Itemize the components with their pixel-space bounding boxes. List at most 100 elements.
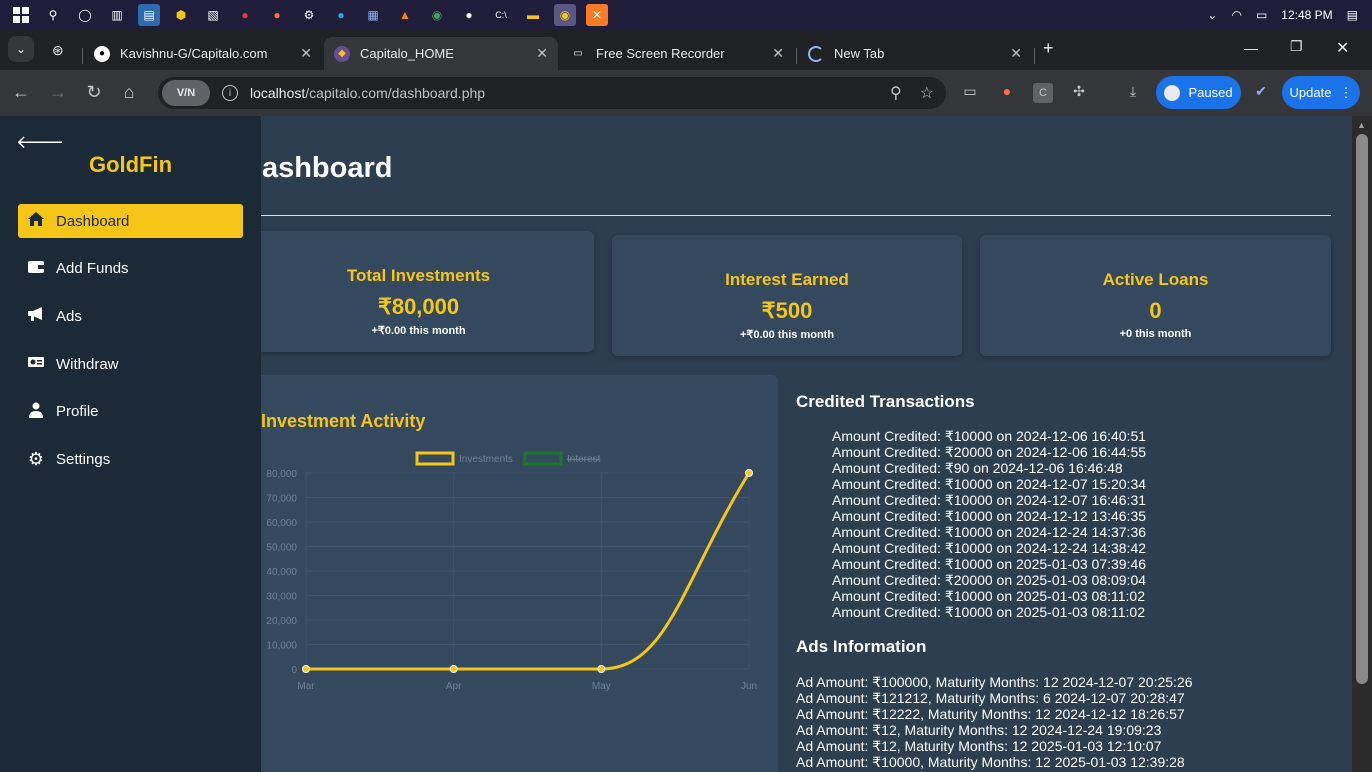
back-arrow-icon[interactable]: 🡐 bbox=[16, 132, 64, 153]
close-window-button[interactable]: ✕ bbox=[1336, 38, 1349, 58]
windows-start-icon[interactable] bbox=[10, 4, 32, 26]
scrollbar-thumb[interactable] bbox=[1356, 134, 1368, 684]
sidebar-item-dashboard[interactable]: Dashboard bbox=[18, 204, 243, 238]
chevron-up-icon[interactable]: ⌄ bbox=[1207, 8, 1217, 22]
tab-screen-recorder[interactable]: ▭ Free Screen Recorder ✕ bbox=[560, 37, 794, 70]
puzzle-icon[interactable]: ✣ bbox=[1069, 83, 1089, 103]
close-icon[interactable]: ✕ bbox=[1010, 45, 1022, 62]
legend-label: Investments bbox=[459, 454, 513, 465]
y-tick-label: 40,000 bbox=[266, 567, 297, 578]
credited-transactions-list: Amount Credited: ₹10000 on 2024-12-06 16… bbox=[832, 428, 1146, 620]
reload-button[interactable]: ↻ bbox=[83, 82, 105, 103]
credited-transactions-heading: Credited Transactions bbox=[796, 392, 975, 411]
firefox-icon[interactable]: ● bbox=[266, 4, 288, 26]
vpn-chip[interactable]: V/N bbox=[162, 80, 210, 106]
tab-title: Capitalo_HOME bbox=[360, 46, 454, 61]
ad-item: Ad Amount: ₹10000, Maturity Months: 12 2… bbox=[796, 754, 1185, 770]
ad-item: Ad Amount: ₹12, Maturity Months: 12 2025… bbox=[796, 738, 1162, 754]
tab-github[interactable]: ● Kavishnu-G/Capitalo.com ✕ bbox=[84, 37, 322, 70]
file-explorer-icon[interactable]: ▬ bbox=[522, 4, 544, 26]
close-icon[interactable]: ✕ bbox=[300, 45, 312, 62]
sidebar-item-ads[interactable]: Ads bbox=[18, 299, 243, 333]
cortana-icon[interactable]: ◯ bbox=[74, 4, 96, 26]
page-viewport: Dashboard Total Investments ₹80,000 +₹0.… bbox=[0, 116, 1352, 772]
sidebar-item-withdraw[interactable]: Withdraw bbox=[18, 347, 243, 381]
brand-logo-text: GoldFin bbox=[88, 152, 173, 177]
close-icon[interactable]: ✕ bbox=[536, 45, 548, 62]
notepad-icon[interactable]: ▦ bbox=[362, 4, 384, 26]
chrome-active-icon[interactable]: ◉ bbox=[554, 4, 576, 26]
zoom-icon[interactable]: ⚲ bbox=[890, 83, 902, 103]
sidebar-item-settings[interactable]: ⚙ Settings bbox=[18, 442, 243, 476]
transaction-item: Amount Credited: ₹10000 on 2024-12-07 15… bbox=[832, 476, 1147, 492]
transaction-item: Amount Credited: ₹10000 on 2025-01-03 07… bbox=[832, 556, 1147, 572]
tab-capitalo-home[interactable]: ◆ Capitalo_HOME ✕ bbox=[324, 37, 558, 70]
sidebar-menu: Dashboard Add Funds Ads Withdraw Profile… bbox=[18, 204, 243, 490]
xampp-icon[interactable]: ✕ bbox=[586, 4, 608, 26]
notification-icon[interactable]: ▤ bbox=[1347, 8, 1358, 22]
task-view-icon[interactable]: ▥ bbox=[106, 4, 128, 26]
download-icon[interactable]: ⤓ bbox=[1123, 83, 1143, 103]
new-tab-button[interactable]: + bbox=[1043, 38, 1054, 59]
url-path: /capitalo.com/dashboard.php bbox=[305, 85, 486, 101]
wifi-icon[interactable]: ◠ bbox=[1231, 8, 1241, 22]
document-icon[interactable]: ▧ bbox=[202, 4, 224, 26]
vlc-icon[interactable]: ▲ bbox=[394, 4, 416, 26]
app-icon[interactable]: ▤ bbox=[138, 4, 160, 26]
y-tick-label: 70,000 bbox=[266, 494, 297, 505]
cast-icon[interactable]: ▭ bbox=[960, 83, 980, 103]
legend-label: Interest bbox=[567, 454, 601, 465]
shield-check-icon[interactable]: ✔ bbox=[1251, 83, 1271, 103]
loading-icon bbox=[808, 45, 824, 62]
battery-icon[interactable]: ▭ bbox=[1256, 8, 1267, 22]
terminal-icon[interactable]: C:\ bbox=[490, 4, 512, 26]
sidebar-item-profile[interactable]: Profile bbox=[18, 395, 243, 429]
extension-c-icon[interactable]: C bbox=[1033, 83, 1053, 103]
profile-paused-button[interactable]: Paused bbox=[1156, 76, 1241, 109]
tab-new-tab[interactable]: New Tab ✕ bbox=[798, 37, 1032, 70]
home-button[interactable]: ⌂ bbox=[118, 82, 140, 103]
data-point bbox=[597, 665, 606, 673]
scroll-up-icon[interactable]: ▲ bbox=[1357, 120, 1366, 130]
user-icon bbox=[1164, 84, 1181, 101]
transaction-item: Amount Credited: ₹10000 on 2025-01-03 08… bbox=[832, 588, 1145, 604]
divider bbox=[243, 215, 1331, 216]
update-button[interactable]: Update ⋮ bbox=[1282, 76, 1360, 109]
y-tick-label: 60,000 bbox=[266, 518, 297, 529]
github-desktop-icon[interactable]: ● bbox=[458, 4, 480, 26]
back-button[interactable]: ← bbox=[10, 82, 32, 103]
x-tick-label: May bbox=[592, 681, 611, 692]
money-icon bbox=[26, 355, 46, 373]
site-info-icon[interactable]: i bbox=[222, 85, 238, 101]
y-tick-label: 20,000 bbox=[266, 616, 297, 627]
search-icon[interactable]: ⚲ bbox=[42, 4, 64, 26]
opera-icon[interactable]: ● bbox=[234, 4, 256, 26]
settings-app-icon[interactable]: ⚙ bbox=[298, 4, 320, 26]
gear-icon: ⚙ bbox=[27, 448, 45, 469]
clock-time[interactable]: 12:48 PM bbox=[1281, 8, 1332, 22]
data-point bbox=[449, 665, 458, 673]
restore-button[interactable]: ❐ bbox=[1290, 38, 1303, 55]
forward-button[interactable]: → bbox=[47, 82, 69, 103]
tab-search-icon[interactable]: ⌄ bbox=[8, 36, 34, 62]
bookmark-star-icon[interactable]: ☆ bbox=[920, 83, 934, 103]
address-bar[interactable]: V/N i localhost/capitalo.com/dashboard.p… bbox=[158, 77, 946, 109]
ads-information-list: Ad Amount: ₹100000, Maturity Months: 12 … bbox=[796, 674, 1193, 770]
data-point bbox=[302, 665, 310, 673]
edge-icon[interactable]: ● bbox=[330, 4, 352, 26]
python-icon[interactable]: ⬢ bbox=[170, 4, 192, 26]
page-scrollbar[interactable]: ▲ bbox=[1352, 116, 1372, 772]
url-text[interactable]: localhost/capitalo.com/dashboard.php bbox=[250, 85, 485, 101]
chrome-icon[interactable]: ◉ bbox=[426, 4, 448, 26]
x-tick-label: Jun bbox=[741, 681, 757, 692]
paused-label: Paused bbox=[1188, 85, 1233, 100]
ad-item: Ad Amount: ₹12, Maturity Months: 12 2024… bbox=[796, 722, 1162, 738]
minimize-button[interactable]: — bbox=[1244, 40, 1258, 56]
close-icon[interactable]: ✕ bbox=[772, 45, 784, 62]
sidebar-item-add-funds[interactable]: Add Funds bbox=[18, 252, 243, 286]
extension-icon[interactable]: ● bbox=[997, 83, 1017, 103]
chatgpt-pinned-tab-icon[interactable]: ⊛ bbox=[52, 42, 64, 59]
more-vert-icon: ⋮ bbox=[1339, 84, 1353, 100]
site-icon: ◆ bbox=[334, 45, 350, 62]
transaction-item: Amount Credited: ₹10000 on 2024-12-24 14… bbox=[832, 524, 1147, 540]
